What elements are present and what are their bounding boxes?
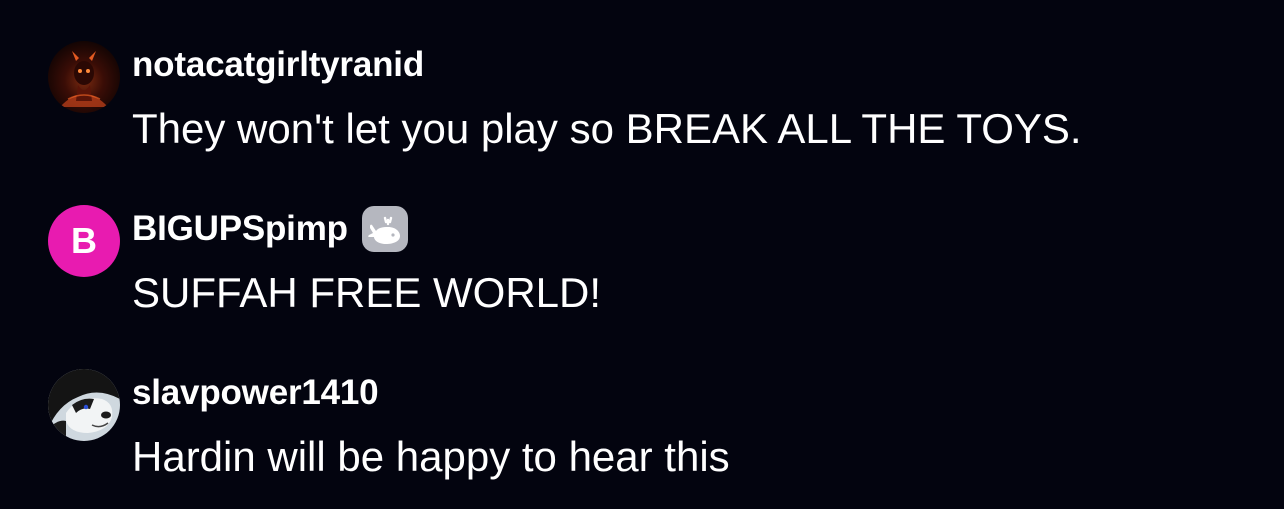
- comment-item: notacatgirltyranid They won't let you pl…: [48, 41, 1248, 181]
- username-row: BIGUPSpimp: [132, 206, 408, 252]
- demon-portrait-avatar-image: [48, 41, 120, 113]
- avatar[interactable]: [48, 41, 120, 113]
- username-row: notacatgirltyranid: [132, 43, 424, 87]
- username-row: slavpower1410: [132, 371, 379, 415]
- username[interactable]: slavpower1410: [132, 371, 379, 415]
- comment-text: They won't let you play so BREAK ALL THE…: [132, 105, 1082, 152]
- comment-item: slavpower1410 Hardin will be happy to he…: [48, 369, 1248, 509]
- username[interactable]: notacatgirltyranid: [132, 43, 424, 87]
- comment-text: SUFFAH FREE WORLD!: [132, 269, 602, 316]
- whale-icon: [361, 206, 408, 252]
- username[interactable]: BIGUPSpimp: [132, 207, 348, 251]
- avatar[interactable]: B: [48, 205, 120, 277]
- avatar[interactable]: [48, 369, 120, 441]
- dog-portrait-avatar-image: [48, 369, 120, 441]
- comment-text: Hardin will be happy to hear this: [132, 433, 730, 480]
- comment-item: B BIGUPSpimp SUFFAH FREE WORLD!: [48, 205, 1248, 345]
